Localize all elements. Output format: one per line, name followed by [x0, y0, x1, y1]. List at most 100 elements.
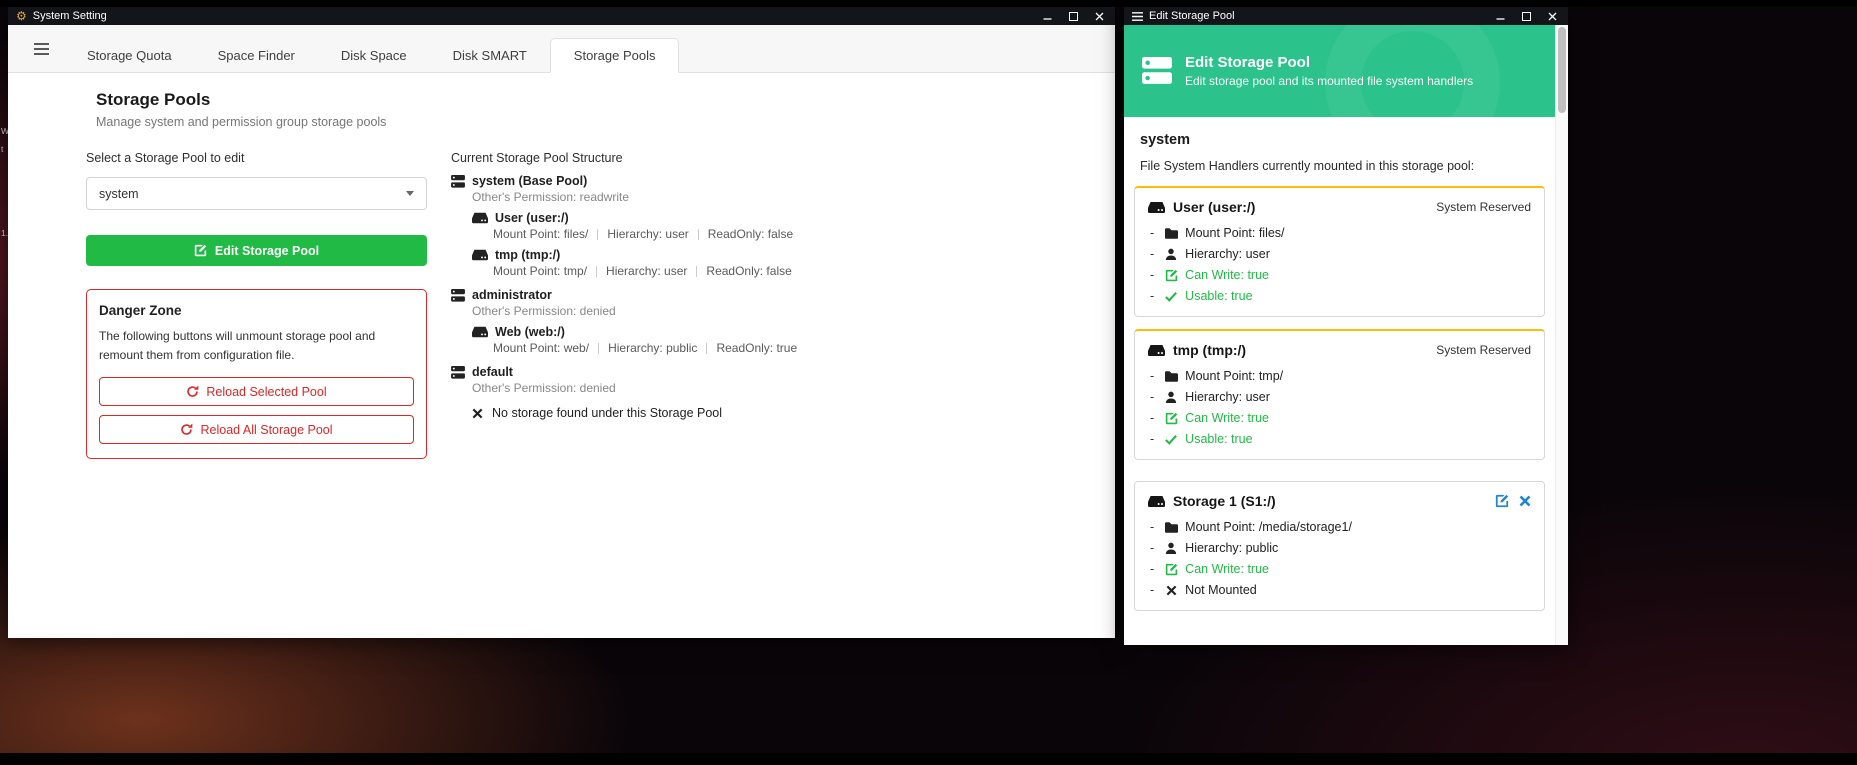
divider	[706, 343, 707, 354]
edit-icon	[1163, 412, 1179, 425]
hdd-icon	[1148, 201, 1165, 214]
edit-icon	[1163, 269, 1179, 282]
storage-web: Web (web:/) Mount Point: web/ Hierarchy:…	[472, 325, 1051, 355]
scrollbar-track[interactable]	[1555, 25, 1568, 645]
storage-pool-select[interactable]: system	[86, 177, 427, 210]
maximize-button[interactable]	[1069, 12, 1078, 21]
hierarchy-text: Hierarchy: user	[1185, 390, 1270, 404]
hdd-icon	[472, 249, 488, 261]
handlers-label: File System Handlers currently mounted i…	[1140, 159, 1539, 173]
divider	[597, 229, 598, 240]
x-icon	[1163, 585, 1179, 596]
close-button[interactable]	[1548, 12, 1557, 21]
hdd-icon	[1148, 495, 1165, 508]
handler-card-user: User (user:/) System Reserved Mount Poin…	[1134, 186, 1545, 317]
divider	[696, 266, 697, 277]
pool-permission: Other's Permission: readwrite	[472, 190, 1051, 204]
hierarchy: Hierarchy: public	[608, 341, 697, 355]
readonly: ReadOnly: false	[708, 227, 793, 241]
pool-system: system (Base Pool) Other's Permission: r…	[451, 174, 1051, 278]
reload-all-storage-pool-button[interactable]: Reload All Storage Pool	[99, 415, 414, 444]
edit-storage-button[interactable]	[1495, 494, 1509, 508]
edit-pool-content: Edit Storage Pool Edit storage pool and …	[1124, 25, 1555, 645]
x-icon	[472, 408, 483, 419]
mount-point: Mount Point: web/	[493, 341, 589, 355]
server-icon	[451, 289, 465, 302]
mount-point: Mount Point: files/	[493, 227, 588, 241]
usable-text: Usable: true	[1185, 289, 1252, 303]
reload-selected-pool-button[interactable]: Reload Selected Pool	[99, 377, 414, 406]
hdd-icon	[472, 212, 488, 224]
edit-storage-pool-button-label: Edit Storage Pool	[215, 244, 319, 258]
minimize-button[interactable]	[1043, 12, 1052, 21]
handler-title: tmp (tmp:/)	[1173, 342, 1246, 358]
minimize-button[interactable]	[1496, 12, 1505, 21]
reload-all-storage-pool-label: Reload All Storage Pool	[200, 423, 332, 437]
edit-pool-header-banner: Edit Storage Pool Edit storage pool and …	[1124, 25, 1555, 117]
desktop-top-strip	[0, 0, 1857, 7]
handler-title: User (user:/)	[1173, 199, 1255, 215]
danger-zone-title: Danger Zone	[99, 303, 414, 318]
maximize-button[interactable]	[1522, 12, 1531, 21]
remove-storage-button[interactable]	[1519, 495, 1531, 507]
selected-pool-value: system	[99, 187, 139, 201]
readonly: ReadOnly: true	[716, 341, 797, 355]
pool-name: default	[472, 365, 513, 379]
edit-icon	[1163, 563, 1179, 576]
gear-icon: ⚙	[16, 10, 27, 22]
banner-watermark	[1325, 25, 1500, 117]
close-button[interactable]	[1095, 12, 1104, 21]
check-icon	[1163, 434, 1179, 445]
server-icon	[451, 366, 465, 379]
hierarchy: Hierarchy: user	[606, 264, 687, 278]
reload-selected-pool-label: Reload Selected Pool	[206, 385, 326, 399]
menu-icon[interactable]	[18, 25, 64, 73]
folder-icon	[1163, 522, 1179, 533]
tab-storage-pools[interactable]: Storage Pools	[550, 38, 680, 73]
storage-name: User (user:/)	[495, 211, 569, 225]
pool-permission: Other's Permission: denied	[472, 304, 1051, 318]
divider	[698, 229, 699, 240]
storage-tmp: tmp (tmp:/) Mount Point: tmp/ Hierarchy:…	[472, 248, 1051, 278]
system-setting-titlebar[interactable]: ⚙ System Setting	[8, 7, 1115, 25]
handler-title: Storage 1 (S1:/)	[1173, 493, 1276, 509]
divider	[596, 266, 597, 277]
window-title: Edit Storage Pool	[1149, 10, 1235, 22]
page-title: Storage Pools	[96, 90, 210, 110]
pool-default: default Other's Permission: denied No st…	[451, 365, 1051, 420]
mount-point: Mount Point: tmp/	[493, 264, 587, 278]
hdd-icon	[1148, 344, 1165, 357]
divider	[598, 343, 599, 354]
structure-label: Current Storage Pool Structure	[451, 151, 623, 165]
desktop-icon-label-fragment: t	[1, 144, 3, 154]
user-icon	[1163, 248, 1179, 260]
handler-card-storage1: Storage 1 (S1:/) Mount Point: /media/sto…	[1134, 481, 1545, 611]
edit-storage-pool-window: Edit Storage Pool Edit Storage Pool Edit…	[1124, 7, 1568, 645]
editing-pool-name: system	[1140, 132, 1539, 148]
usable-text: Usable: true	[1185, 432, 1252, 446]
edit-window-titlebar[interactable]: Edit Storage Pool	[1124, 7, 1568, 25]
system-reserved-badge: System Reserved	[1436, 343, 1531, 357]
tab-disk-smart[interactable]: Disk SMART	[430, 38, 550, 73]
not-mounted-text: Not Mounted	[1185, 583, 1257, 597]
storage-pools-page: Storage Pools Manage system and permissi…	[8, 73, 1115, 638]
storage-name: tmp (tmp:/)	[495, 248, 560, 262]
pool-administrator: administrator Other's Permission: denied…	[451, 288, 1051, 355]
storage-name: Web (web:/)	[495, 325, 565, 339]
pool-name: system (Base Pool)	[472, 174, 587, 188]
edit-storage-pool-button[interactable]: Edit Storage Pool	[86, 235, 427, 266]
menu-icon	[1132, 12, 1143, 21]
chevron-down-icon	[406, 191, 414, 196]
tab-space-finder[interactable]: Space Finder	[195, 38, 318, 73]
scrollbar-thumb[interactable]	[1558, 27, 1566, 113]
edit-icon	[194, 244, 207, 257]
pool-name: administrator	[472, 288, 552, 302]
danger-zone-card: Danger Zone The following buttons will u…	[86, 289, 427, 459]
select-pool-label: Select a Storage Pool to edit	[86, 151, 244, 165]
hierarchy-text: Hierarchy: public	[1185, 541, 1278, 555]
tab-disk-space[interactable]: Disk Space	[318, 38, 430, 73]
tab-storage-quota[interactable]: Storage Quota	[64, 38, 195, 73]
tab-bar: Storage Quota Space Finder Disk Space Di…	[8, 25, 1115, 73]
can-write-text: Can Write: true	[1185, 268, 1269, 282]
handler-card-tmp: tmp (tmp:/) System Reserved Mount Point:…	[1134, 329, 1545, 460]
